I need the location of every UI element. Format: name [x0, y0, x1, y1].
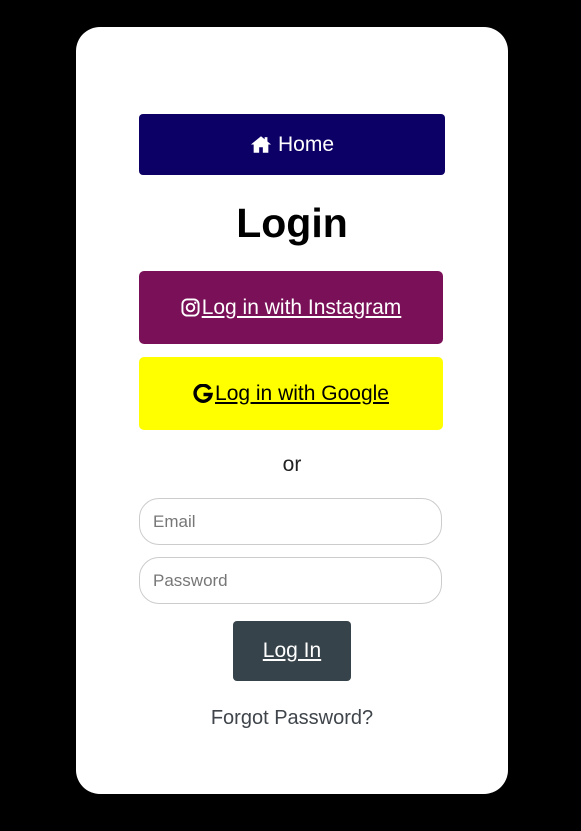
page-title: Login	[236, 200, 348, 246]
login-button[interactable]: Log In	[233, 621, 351, 681]
or-divider: or	[282, 453, 302, 476]
login-card: Home Login Log in with Instagram Log in …	[76, 27, 508, 794]
home-button[interactable]: Home	[139, 114, 445, 175]
instagram-icon	[181, 298, 200, 317]
google-icon	[193, 383, 214, 404]
home-button-label: Home	[277, 132, 335, 156]
forgot-password-link[interactable]: Forgot Password?	[76, 707, 508, 730]
instagram-login-button[interactable]: Log in with Instagram	[139, 271, 443, 344]
google-login-button[interactable]: Log in with Google	[139, 357, 443, 430]
home-icon	[250, 135, 272, 154]
login-button-label: Log In	[262, 639, 322, 662]
password-input[interactable]	[139, 557, 442, 604]
instagram-login-label: Log in with Instagram	[201, 295, 402, 319]
google-login-label: Log in with Google	[215, 381, 389, 405]
email-input[interactable]	[139, 498, 442, 545]
